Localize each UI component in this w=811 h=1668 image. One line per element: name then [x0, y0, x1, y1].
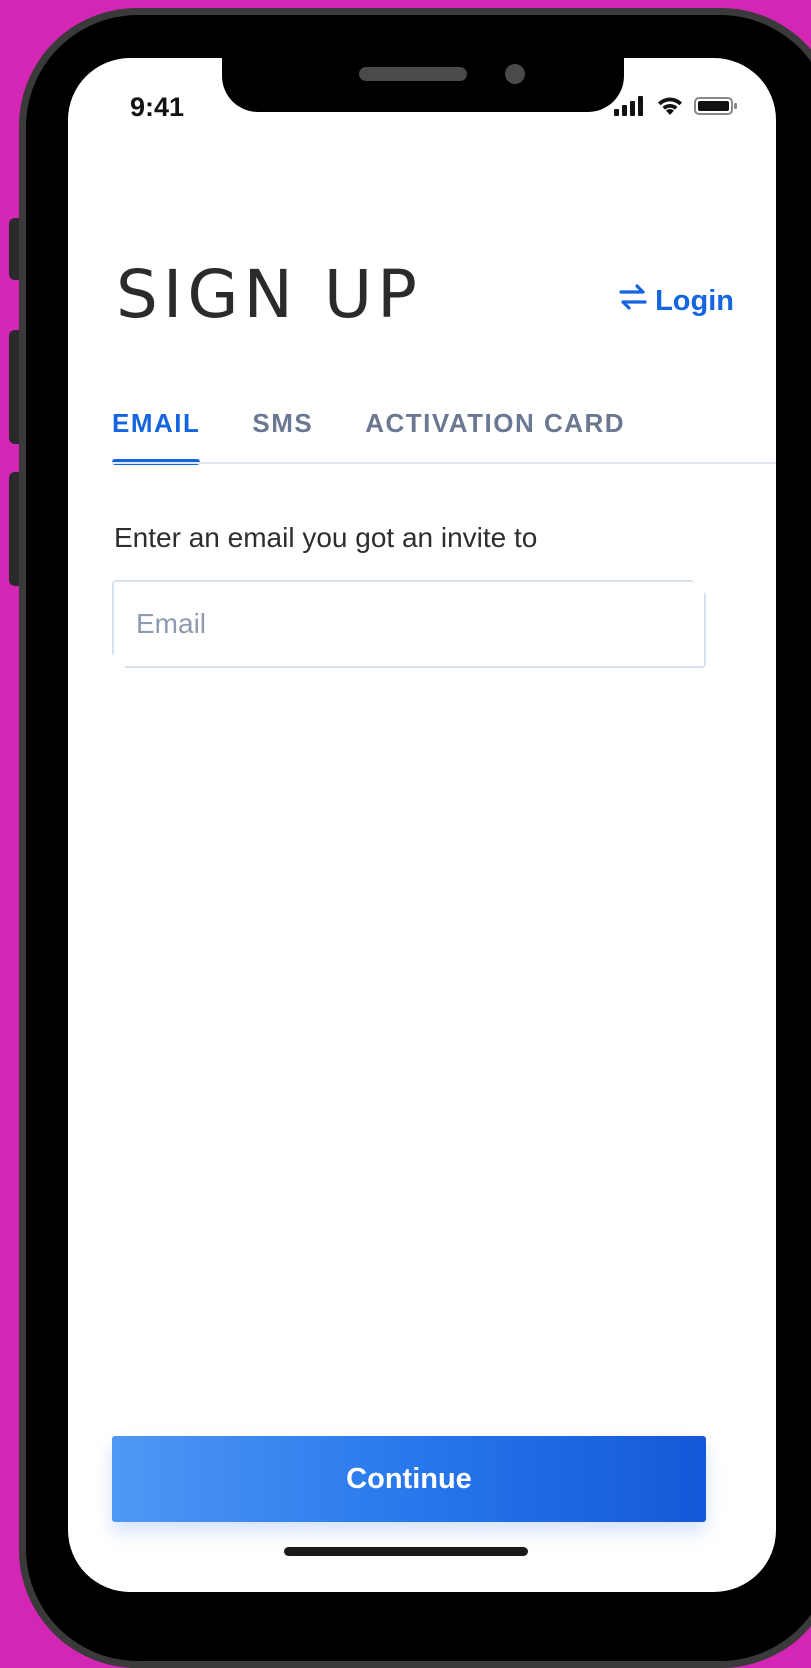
- tab-sms[interactable]: SMS: [252, 408, 313, 465]
- tab-activation-card[interactable]: ACTIVATION CARD: [365, 408, 625, 465]
- page-title: SIGN UP: [116, 256, 422, 333]
- front-camera: [505, 64, 525, 84]
- tab-email[interactable]: EMAIL: [112, 408, 201, 465]
- wifi-icon: [656, 96, 684, 120]
- phone-screen: 9:41 SIGN UP Login EMAIL SMS ACTIVATION …: [68, 58, 776, 1592]
- status-icons: [614, 96, 738, 120]
- speaker: [359, 67, 467, 81]
- signal-icon: [614, 96, 646, 120]
- battery-icon: [694, 96, 738, 120]
- email-field[interactable]: [112, 580, 706, 668]
- continue-button[interactable]: Continue: [112, 1436, 706, 1522]
- notch: [222, 58, 624, 112]
- signup-method-tabs: EMAIL SMS ACTIVATION CARD: [112, 408, 625, 465]
- status-time: 9:41: [130, 92, 185, 122]
- home-indicator[interactable]: [284, 1547, 528, 1556]
- tab-divider: [112, 462, 776, 464]
- login-link[interactable]: Login: [619, 284, 734, 318]
- email-field-label: Enter an email you got an invite to: [114, 522, 538, 553]
- login-label: Login: [655, 284, 734, 317]
- swap-arrows-icon: [619, 284, 647, 318]
